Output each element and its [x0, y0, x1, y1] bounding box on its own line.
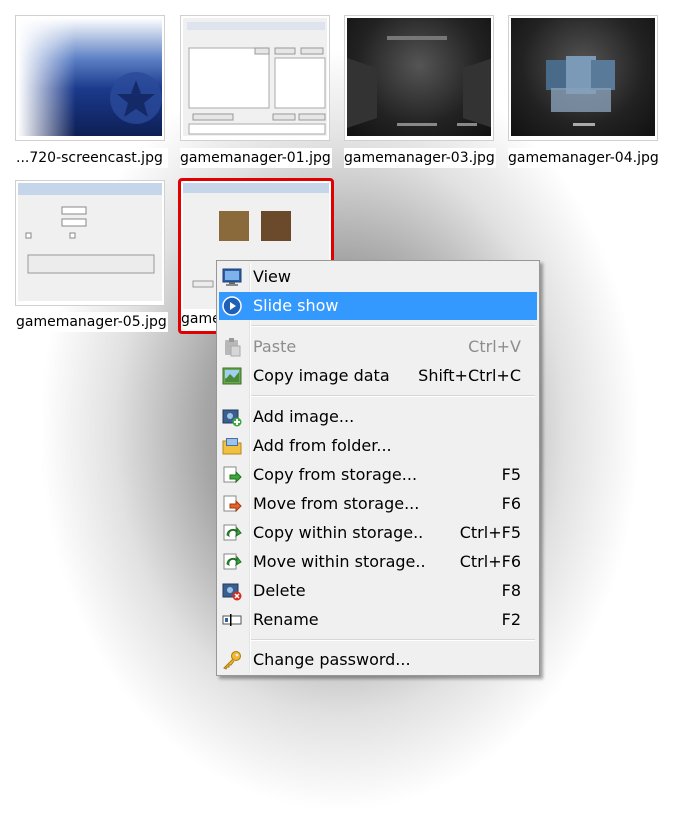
menu-item-shortcut: Ctrl+V [468, 337, 521, 356]
menu-item-add-from-folder[interactable]: Add from folder... [219, 432, 537, 460]
menu-item-label: Delete [253, 581, 306, 600]
thumbnail-720-screencast[interactable] [15, 15, 165, 141]
menu-item-label: Slide show [253, 296, 339, 315]
thumbnail-image [183, 18, 327, 136]
menu-item-change-password[interactable]: Change password... [219, 646, 537, 674]
menu-item-copy-image-data[interactable]: Copy image data Shift+Ctrl+C [219, 362, 537, 390]
menu-item-shortcut: Ctrl+F5 [459, 523, 521, 542]
thumbnail-caption: gamemanager-04.jpg [508, 148, 660, 168]
thumbnail-image [511, 18, 655, 136]
menu-item-shortcut: Ctrl+F6 [459, 552, 521, 571]
menu-item-label: View [253, 267, 291, 286]
paste-icon [225, 338, 241, 357]
menu-item-shortcut: F5 [501, 465, 521, 484]
menu-item-shortcut: F6 [501, 494, 521, 513]
menu-item-view[interactable]: View [219, 263, 537, 291]
thumbnail-caption: gamemanager-03.jpg [344, 148, 496, 168]
menu-item-shortcut: Shift+Ctrl+C [418, 366, 521, 385]
menu-separator [251, 395, 535, 397]
play-icon [222, 296, 242, 316]
image-optimizer-window-graphic [18, 183, 162, 274]
menu-item-rename[interactable]: Rename F2 [219, 606, 537, 634]
thumbnail-image [347, 18, 491, 136]
dark-gallery-graphic [347, 36, 491, 128]
menu-item-label: Copy from storage... [253, 465, 418, 484]
menu-item-label: Rename [253, 610, 319, 629]
thumbnail-caption: gamemanager-05.jpg [16, 312, 168, 332]
menu-item-label: Move from storage... [253, 494, 420, 513]
menu-item-move-from-storage[interactable]: Move from storage... F6 [219, 490, 537, 518]
menu-separator [251, 639, 535, 641]
move-within-icon [223, 553, 242, 570]
menu-item-slide-show[interactable]: Slide show [219, 292, 537, 320]
menu-item-copy-from-storage[interactable]: Copy from storage... F5 [219, 461, 537, 489]
menu-item-label: Move within storage.. [253, 552, 426, 571]
star-logo-icon [110, 72, 162, 124]
thumbnail-image [18, 18, 162, 136]
menu-item-shortcut: F8 [501, 581, 521, 600]
menu-item-label: Add from folder... [253, 436, 392, 455]
menu-item-shortcut: F2 [501, 610, 521, 629]
game-cover-carousel-graphic [546, 56, 615, 126]
thumbnail-gamemanager-05[interactable] [15, 180, 165, 306]
key-icon [223, 651, 241, 670]
menu-item-delete[interactable]: Delete F8 [219, 577, 537, 605]
menu-item-label: Copy image data [253, 366, 390, 385]
menu-item-label: Change password... [253, 650, 411, 669]
window-screenshot-graphic [187, 22, 326, 135]
rename-icon [222, 614, 242, 626]
context-menu: View Slide show Paste Ctrl+V Copy image … [216, 260, 540, 676]
copy-within-icon [223, 524, 242, 541]
menu-item-label: Paste [253, 337, 297, 356]
add-image-icon [222, 409, 242, 427]
menu-separator [251, 325, 535, 327]
menu-item-copy-within-storage[interactable]: Copy within storage.. Ctrl+F5 [219, 519, 537, 547]
thumbnail-image [18, 183, 162, 301]
copy-arrow-icon [223, 466, 242, 484]
menu-item-paste[interactable]: Paste Ctrl+V [219, 333, 537, 361]
thumbnail-caption: gamemanager-01.jpg [180, 148, 332, 168]
thumbnail-gamemanager-01[interactable] [180, 15, 330, 141]
thumbnail-caption: ...720-screencast.jpg [16, 148, 168, 168]
delete-icon [222, 583, 242, 601]
monitor-icon [222, 268, 242, 286]
move-arrow-icon [223, 495, 242, 513]
menu-item-move-within-storage[interactable]: Move within storage.. Ctrl+F6 [219, 548, 537, 576]
menu-item-label: Add image... [253, 407, 355, 426]
menu-item-add-image[interactable]: Add image... [219, 403, 537, 431]
folder-icon [222, 438, 242, 455]
menu-item-label: Copy within storage.. [253, 523, 424, 542]
thumbnail-caption: game [181, 309, 217, 329]
image-icon [222, 367, 242, 385]
thumbnail-gamemanager-03[interactable] [344, 15, 494, 141]
thumbnail-gamemanager-04[interactable] [508, 15, 658, 141]
